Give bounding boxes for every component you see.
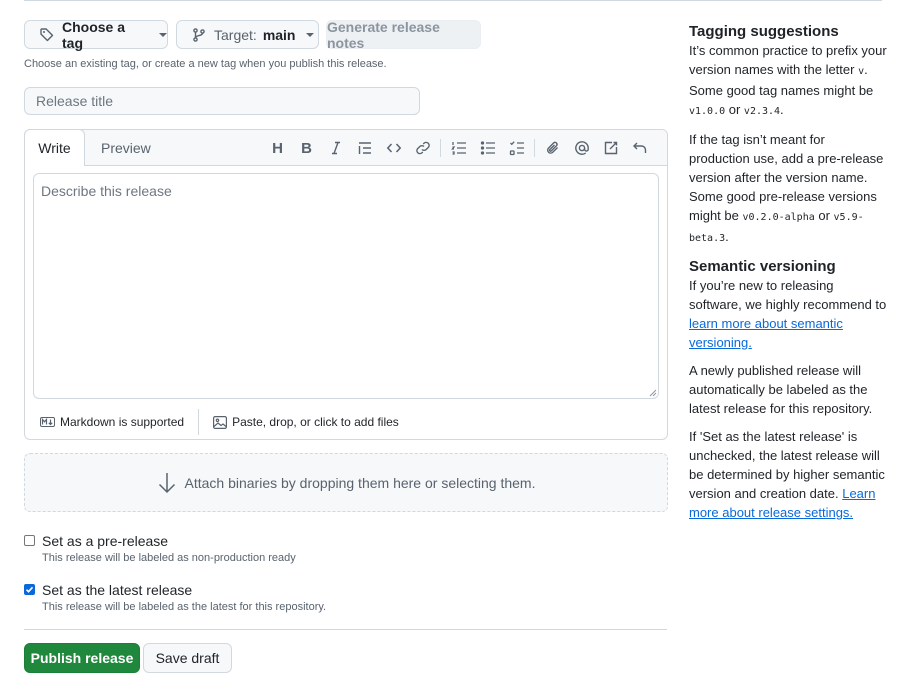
prerelease-paragraph: If the tag isn’t meant for production us… — [689, 132, 884, 244]
tagging-paragraph: It’s common practice to prefix your vers… — [689, 43, 887, 117]
target-value: main — [262, 26, 296, 43]
semver-link[interactable]: learn more about semantic versioning. — [689, 316, 843, 350]
footer-divider — [198, 409, 200, 435]
italic-icon[interactable] — [321, 138, 350, 158]
target-branch-button[interactable]: Target: main — [176, 20, 319, 49]
resize-handle-icon[interactable] — [649, 389, 657, 397]
prerelease-note: This release will be labeled as non-prod… — [42, 552, 296, 564]
markdown-editor: Write Preview H B Markdown is supported — [24, 129, 668, 440]
save-draft-button[interactable]: Save draft — [143, 643, 232, 673]
undo-icon[interactable] — [625, 138, 654, 158]
semver-paragraph: If you’re new to releasing software, we … — [689, 278, 887, 350]
add-files-label: Paste, drop, or click to add files — [232, 415, 399, 429]
tagging-suggestions-heading: Tagging suggestions — [689, 23, 839, 40]
latest-paragraph: A newly published release will automatic… — [689, 363, 873, 416]
chevron-down-icon — [305, 32, 314, 37]
attachment-icon[interactable] — [538, 138, 567, 158]
mention-icon[interactable] — [567, 138, 596, 158]
tab-preview[interactable]: Preview — [101, 140, 151, 156]
markdown-label: Markdown is supported — [60, 415, 185, 429]
release-settings-paragraph: If 'Set as the latest release' is unchec… — [689, 429, 885, 520]
semantic-versioning-heading: Semantic versioning — [689, 258, 836, 275]
binaries-dropzone[interactable]: Attach binaries by dropping them here or… — [24, 453, 668, 512]
latest-label[interactable]: Set as the latest release — [42, 582, 192, 598]
code-icon[interactable] — [379, 138, 408, 158]
link-icon[interactable] — [408, 138, 437, 158]
tag-icon — [40, 27, 54, 41]
tag-hint: Choose an existing tag, or create a new … — [24, 58, 387, 70]
latest-note: This release will be labeled as the late… — [42, 601, 327, 613]
target-label: Target: — [214, 26, 257, 43]
sidebar: Tagging suggestions It’s common practice… — [689, 22, 889, 531]
actions-divider — [24, 629, 667, 630]
add-files-button[interactable]: Paste, drop, or click to add files — [213, 415, 399, 429]
release-description-textarea[interactable] — [33, 173, 659, 399]
quote-icon[interactable] — [350, 138, 379, 158]
prerelease-checkbox[interactable] — [24, 535, 35, 546]
unordered-list-icon[interactable] — [473, 138, 502, 158]
dropzone-label: Attach binaries by dropping them here or… — [184, 474, 536, 491]
editor-footer: Markdown is supported Paste, drop, or cl… — [25, 405, 667, 439]
toolbar-divider — [534, 139, 535, 157]
latest-checkbox[interactable] — [24, 584, 35, 595]
prerelease-label[interactable]: Set as a pre-release — [42, 533, 168, 549]
bold-icon[interactable]: B — [292, 138, 321, 158]
markdown-icon — [40, 417, 55, 427]
publish-release-button[interactable]: Publish release — [24, 643, 140, 673]
toolbar-divider — [440, 139, 441, 157]
branch-icon — [193, 27, 205, 42]
choose-tag-label: Choose a tag — [62, 18, 126, 51]
markdown-supported-link[interactable]: Markdown is supported — [40, 415, 184, 429]
tab-write[interactable]: Write — [24, 129, 85, 166]
release-title-input[interactable] — [24, 87, 420, 115]
choose-tag-button[interactable]: Choose a tag — [24, 18, 168, 51]
chevron-down-icon — [159, 32, 167, 37]
image-icon — [213, 415, 228, 429]
top-divider — [24, 0, 882, 1]
editor-header: Write Preview H B — [24, 129, 667, 166]
formatting-toolbar: H B — [263, 138, 654, 158]
task-list-icon[interactable] — [502, 138, 531, 158]
ordered-list-icon[interactable] — [444, 138, 473, 158]
checkmark-icon — [25, 586, 34, 593]
generate-release-notes-button[interactable]: Generate release notes — [326, 19, 481, 51]
reference-icon[interactable] — [596, 138, 625, 158]
heading-icon[interactable]: H — [263, 138, 292, 158]
arrow-down-icon — [158, 472, 175, 493]
